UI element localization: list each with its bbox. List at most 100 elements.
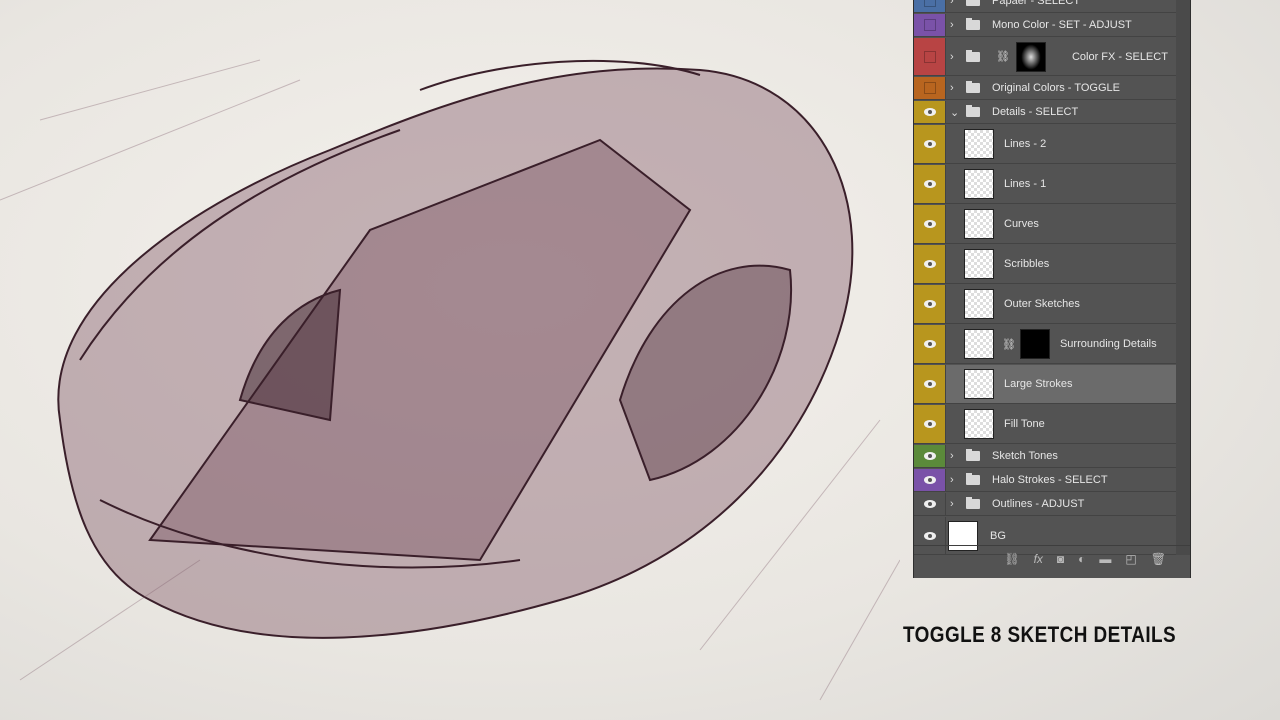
chevron-down-icon[interactable]: ⌄: [950, 106, 962, 119]
scrollbar[interactable]: [1176, 0, 1190, 555]
hidden-box-icon: [923, 19, 936, 31]
layer-thumbnail: [964, 329, 994, 359]
layer-row[interactable]: › Original Colors - TOGGLE: [914, 77, 1176, 100]
layer-row[interactable]: Lines - 2: [914, 125, 1176, 164]
folder-icon: [966, 473, 980, 485]
fx-icon[interactable]: fx: [1034, 552, 1043, 566]
folder-icon: [966, 105, 980, 117]
visibility-toggle-off[interactable]: [914, 38, 946, 75]
layer-name: Details - SELECT: [992, 106, 1079, 118]
layer-name: Lines - 1: [1004, 178, 1047, 190]
eye-icon: [923, 180, 936, 188]
mask-icon[interactable]: ◙: [1057, 552, 1064, 566]
layer-row[interactable]: Scribbles: [914, 245, 1176, 284]
layer-row[interactable]: Fill Tone: [914, 405, 1176, 444]
layer-thumbnail: [964, 369, 994, 399]
layer-row[interactable]: › Mono Color - SET - ADJUST: [914, 14, 1176, 37]
link-icon: ⛓: [1002, 338, 1016, 351]
layer-row[interactable]: Outer Sketches: [914, 285, 1176, 324]
layer-row[interactable]: ⛓ Surrounding Details: [914, 325, 1176, 364]
layer-row[interactable]: › Sketch Tones: [914, 445, 1176, 468]
adjustment-icon[interactable]: ◐: [1078, 552, 1085, 566]
chevron-right-icon[interactable]: ›: [950, 498, 962, 510]
visibility-toggle[interactable]: [914, 493, 946, 515]
folder-icon: [966, 497, 980, 509]
new-layer-icon[interactable]: ◰: [1125, 552, 1136, 566]
visibility-toggle-off[interactable]: [914, 77, 946, 99]
visibility-toggle[interactable]: [914, 365, 946, 403]
layer-thumbnail: [964, 209, 994, 239]
hidden-box-icon: [923, 82, 936, 94]
folder-icon: [966, 18, 980, 30]
layer-thumbnail: [964, 249, 994, 279]
folder-icon: [966, 81, 980, 93]
layer-thumbnail: [964, 289, 994, 319]
folder-icon: [966, 49, 980, 62]
chevron-right-icon[interactable]: ›: [950, 82, 962, 94]
layers-panel: › Papaer - SELECT › Mono Color - SET - ADJU…: [913, 0, 1191, 578]
mask-thumbnail: [1015, 41, 1046, 72]
visibility-toggle[interactable]: [914, 205, 946, 243]
folder-icon: [966, 0, 980, 6]
layer-name: Fill Tone: [1004, 418, 1045, 430]
eye-icon: [923, 476, 936, 484]
eye-icon: [923, 220, 936, 228]
layer-name: Original Colors - TOGGLE: [992, 82, 1120, 94]
hidden-box-icon: [923, 50, 936, 63]
eye-icon: [923, 500, 936, 508]
folder-icon[interactable]: ▬: [1099, 552, 1111, 566]
eye-icon: [923, 452, 936, 460]
layer-name: Halo Strokes - SELECT: [992, 474, 1108, 486]
trash-icon[interactable]: 🗑: [1151, 552, 1166, 566]
eye-icon: [923, 300, 936, 308]
layer-name: Outer Sketches: [1004, 298, 1080, 310]
layer-row[interactable]: Lines - 1: [914, 165, 1176, 204]
layer-thumbnail: [964, 169, 994, 199]
link-icon[interactable]: ⛓: [1004, 552, 1019, 566]
layer-name: Large Strokes: [1004, 378, 1073, 390]
layer-name: BG: [990, 529, 1006, 542]
layer-name: Papaer - SELECT: [992, 0, 1081, 7]
layer-row[interactable]: › Halo Strokes - SELECT: [914, 469, 1176, 492]
visibility-toggle[interactable]: [914, 245, 946, 283]
layer-row[interactable]: › Outlines - ADJUST: [914, 493, 1176, 516]
visibility-toggle[interactable]: [914, 165, 946, 203]
visibility-toggle[interactable]: [914, 469, 946, 491]
layer-thumbnail: [964, 409, 994, 439]
eye-icon: [923, 108, 936, 116]
eye-icon: [923, 260, 936, 268]
layer-name: Mono Color - SET - ADJUST: [992, 19, 1132, 31]
link-icon: ⛓: [996, 51, 1010, 63]
chevron-right-icon[interactable]: ›: [950, 0, 962, 7]
layer-row[interactable]: ⌄ Details - SELECT: [914, 101, 1176, 124]
visibility-toggle[interactable]: [914, 125, 946, 163]
mouse-sketch-artwork: [0, 59, 900, 701]
layer-row[interactable]: Curves: [914, 205, 1176, 244]
layer-row[interactable]: › Papaer - SELECT: [914, 0, 1176, 13]
visibility-toggle[interactable]: [914, 325, 946, 363]
layer-name: Sketch Tones: [992, 450, 1058, 462]
eye-icon: [923, 420, 936, 428]
chevron-right-icon[interactable]: ›: [950, 474, 962, 486]
visibility-toggle[interactable]: [914, 445, 946, 467]
chevron-right-icon[interactable]: ›: [950, 51, 962, 63]
visibility-toggle[interactable]: [914, 101, 946, 123]
layer-name: Outlines - ADJUST: [992, 498, 1085, 510]
mask-thumbnail: [1019, 329, 1050, 359]
layer-name: Lines - 2: [1004, 138, 1047, 150]
visibility-toggle-off[interactable]: [914, 0, 946, 12]
hidden-box-icon: [923, 0, 936, 7]
layers-footer-toolbar: ⛓ fx ◙ ◐ ▬ ◰ 🗑: [914, 545, 1190, 571]
chevron-right-icon[interactable]: ›: [950, 19, 962, 31]
layer-name: Surrounding Details: [1059, 338, 1157, 350]
layer-row[interactable]: › ⛓ Color FX - SELECT: [914, 38, 1176, 76]
folder-icon: [966, 449, 980, 461]
visibility-toggle-off[interactable]: [914, 14, 946, 36]
layer-row[interactable]: Large Strokes: [914, 365, 1176, 404]
layer-thumbnail: [964, 129, 994, 159]
visibility-toggle[interactable]: [914, 285, 946, 323]
eye-icon: [923, 531, 936, 540]
chevron-right-icon[interactable]: ›: [950, 450, 962, 462]
layer-name: Scribbles: [1004, 258, 1050, 270]
visibility-toggle[interactable]: [914, 405, 946, 443]
